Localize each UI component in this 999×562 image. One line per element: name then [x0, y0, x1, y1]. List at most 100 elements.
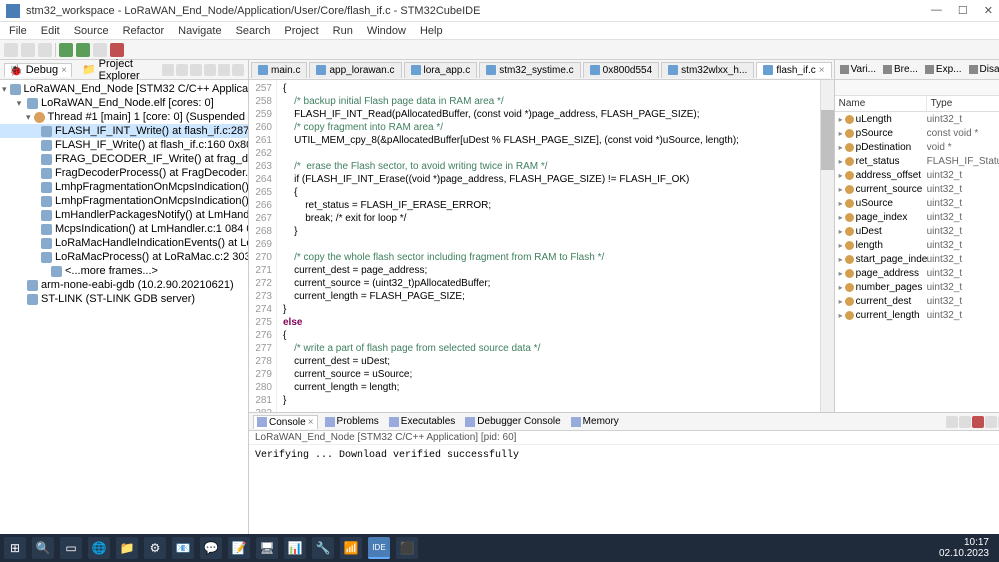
- pane-tool-button[interactable]: [218, 64, 230, 76]
- taskbar-app[interactable]: ⬛: [396, 537, 418, 559]
- stack-frame[interactable]: arm-none-eabi-gdb (10.2.90.20210621): [0, 278, 248, 292]
- pane-tool-button[interactable]: [204, 64, 216, 76]
- code-editor[interactable]: { /* backup initial Flash page data in R…: [277, 80, 820, 412]
- toolbar-button[interactable]: [38, 43, 52, 57]
- console-tab[interactable]: Problems: [322, 415, 382, 428]
- project-explorer-tab[interactable]: 📁 Project Explorer: [78, 58, 156, 82]
- variable-row[interactable]: ▸uSourceuint32_t0x200071ef (Hex): [835, 196, 999, 210]
- vars-tab[interactable]: Disa...: [966, 62, 999, 77]
- console-tool-button[interactable]: [959, 416, 971, 428]
- stack-frame[interactable]: ▾Thread #1 [main] 1 [core: 0] (Suspended…: [0, 110, 248, 124]
- minimize-button[interactable]: —: [931, 4, 942, 17]
- console-tool-button[interactable]: [946, 416, 958, 428]
- taskbar-app[interactable]: 📶: [340, 537, 362, 559]
- close-icon[interactable]: ×: [819, 65, 825, 76]
- editor-tab[interactable]: flash_if.c×: [756, 62, 831, 78]
- toolbar-button[interactable]: [4, 43, 18, 57]
- vars-tab[interactable]: Exp...: [922, 62, 965, 77]
- taskbar-app[interactable]: 💬: [200, 537, 222, 559]
- stack-frame[interactable]: ▾LoRaWAN_End_Node [STM32 C/C++ Applicati…: [0, 82, 248, 96]
- variable-row[interactable]: ▸uDestuint32_t0x8016000 (Hex): [835, 224, 999, 238]
- stack-frame[interactable]: LoRaMacProcess() at LoRaMac.c:2 303 0x80…: [0, 250, 248, 264]
- stack-frame[interactable]: FRAG_DECODER_IF_Write() at frag_decoder_…: [0, 152, 248, 166]
- menu-edit[interactable]: Edit: [36, 25, 65, 37]
- start-button[interactable]: ⊞: [4, 537, 26, 559]
- menu-source[interactable]: Source: [69, 25, 114, 37]
- variable-row[interactable]: ▸number_pagesuint32_t (Hex): [835, 280, 999, 294]
- stack-frame[interactable]: LoRaMacHandleIndicationEvents() at LoRaM…: [0, 236, 248, 250]
- variable-row[interactable]: ▸current_sourceuint32_t0x200071ef (Hex): [835, 182, 999, 196]
- console-tab[interactable]: Console ×: [253, 415, 318, 429]
- variable-row[interactable]: ▸ret_statusFLASH_IF_StatusTypedefFLASH_I…: [835, 154, 999, 168]
- taskbar-app[interactable]: 📧: [172, 537, 194, 559]
- debug-button[interactable]: [59, 43, 73, 57]
- console-tool-button[interactable]: [985, 416, 997, 428]
- stack-frame[interactable]: FLASH_IF_INT_Write() at flash_if.c:287 0…: [0, 124, 248, 138]
- vars-tab[interactable]: Bre...: [880, 62, 921, 77]
- console-tab[interactable]: Debugger Console: [462, 415, 563, 428]
- stack-frame[interactable]: LmhpFragmentationOnMcpsIndication() at L…: [0, 194, 248, 208]
- stack-frame[interactable]: ST-LINK (ST-LINK GDB server): [0, 292, 248, 306]
- editor-tab[interactable]: stm32wlxx_h...: [661, 62, 754, 78]
- menu-project[interactable]: Project: [279, 25, 323, 37]
- console-tool-button[interactable]: [972, 416, 984, 428]
- variables-list[interactable]: ▸uLengthuint32_t48▸pSourceconst void *▸p…: [835, 112, 999, 412]
- debug-tab[interactable]: 🐞 Debug ×: [4, 63, 72, 77]
- stack-frame[interactable]: ▾LoRaWAN_End_Node.elf [cores: 0]: [0, 96, 248, 110]
- variable-row[interactable]: ▸lengthuint32_t48: [835, 238, 999, 252]
- pane-tool-button[interactable]: [190, 64, 202, 76]
- stack-frame[interactable]: <...more frames...>: [0, 264, 248, 278]
- console-tab[interactable]: Memory: [568, 415, 622, 428]
- close-button[interactable]: ✕: [984, 4, 993, 17]
- variable-row[interactable]: ▸uLengthuint32_t48: [835, 112, 999, 126]
- console-output[interactable]: Verifying ... Download verified successf…: [249, 445, 999, 542]
- toolbar-button[interactable]: [93, 43, 107, 57]
- taskbar-app[interactable]: 📝: [228, 537, 250, 559]
- menu-window[interactable]: Window: [362, 25, 411, 37]
- menu-navigate[interactable]: Navigate: [173, 25, 226, 37]
- pane-tool-button[interactable]: [176, 64, 188, 76]
- toolbar-button[interactable]: [21, 43, 35, 57]
- pane-tool-button[interactable]: [232, 64, 244, 76]
- editor-tab[interactable]: stm32_systime.c: [479, 62, 580, 78]
- editor-tab[interactable]: main.c: [251, 62, 307, 78]
- stack-frame[interactable]: FLASH_IF_Write() at flash_if.c:160 0x802…: [0, 138, 248, 152]
- maximize-button[interactable]: ☐: [958, 4, 968, 17]
- stack-frame[interactable]: LmhpFragmentationOnMcpsIndication() at L…: [0, 180, 248, 194]
- taskbar-app-ide[interactable]: IDE: [368, 537, 390, 559]
- taskbar-app[interactable]: 📊: [284, 537, 306, 559]
- editor-scrollbar[interactable]: [820, 80, 834, 412]
- menu-file[interactable]: File: [4, 25, 32, 37]
- variable-row[interactable]: ▸pDestinationvoid *0x8016000: [835, 140, 999, 154]
- run-button[interactable]: [76, 43, 90, 57]
- menu-run[interactable]: Run: [328, 25, 358, 37]
- editor-tab[interactable]: app_lorawan.c: [309, 62, 401, 78]
- taskbar-app[interactable]: 🔧: [312, 537, 334, 559]
- variable-row[interactable]: ▸start_page_indexuint32_t (Hex): [835, 252, 999, 266]
- vars-tab[interactable]: Vari...: [837, 62, 879, 77]
- stack-frame[interactable]: McpsIndication() at LmHandler.c:1 084 0x…: [0, 222, 248, 236]
- editor-tab[interactable]: lora_app.c: [404, 62, 478, 78]
- variable-row[interactable]: ▸page_indexuint32_t0x2c (Hex): [835, 210, 999, 224]
- variable-row[interactable]: ▸address_offsetuint32_t0: [835, 168, 999, 182]
- taskbar-app[interactable]: ⚙: [144, 537, 166, 559]
- close-icon[interactable]: ×: [61, 65, 67, 76]
- system-clock[interactable]: 10:17 02.10.2023: [939, 537, 995, 559]
- editor-tab[interactable]: 0x800d554: [583, 62, 660, 78]
- debug-tree[interactable]: ▾LoRaWAN_End_Node [STM32 C/C++ Applicati…: [0, 80, 248, 542]
- stack-frame[interactable]: FragDecoderProcess() at FragDecoder.c:28…: [0, 166, 248, 180]
- taskbar-app[interactable]: 📁: [116, 537, 138, 559]
- variable-row[interactable]: ▸page_addressuint32_t0x8016000 (Hex): [835, 266, 999, 280]
- stop-button[interactable]: [110, 43, 124, 57]
- taskbar-app[interactable]: 🌐: [88, 537, 110, 559]
- menu-refactor[interactable]: Refactor: [118, 25, 170, 37]
- stack-frame[interactable]: LmHandlerPackagesNotify() at LmHandler.c…: [0, 208, 248, 222]
- console-tab[interactable]: Executables: [386, 415, 458, 428]
- taskbar-app[interactable]: 🖥: [256, 537, 278, 559]
- variable-row[interactable]: ▸current_destuint32_t0x8016000 (Hex): [835, 294, 999, 308]
- variable-row[interactable]: ▸pSourceconst void *: [835, 126, 999, 140]
- task-view-button[interactable]: ▭: [60, 537, 82, 559]
- close-icon[interactable]: ×: [308, 417, 314, 428]
- pane-tool-button[interactable]: [162, 64, 174, 76]
- menu-help[interactable]: Help: [415, 25, 448, 37]
